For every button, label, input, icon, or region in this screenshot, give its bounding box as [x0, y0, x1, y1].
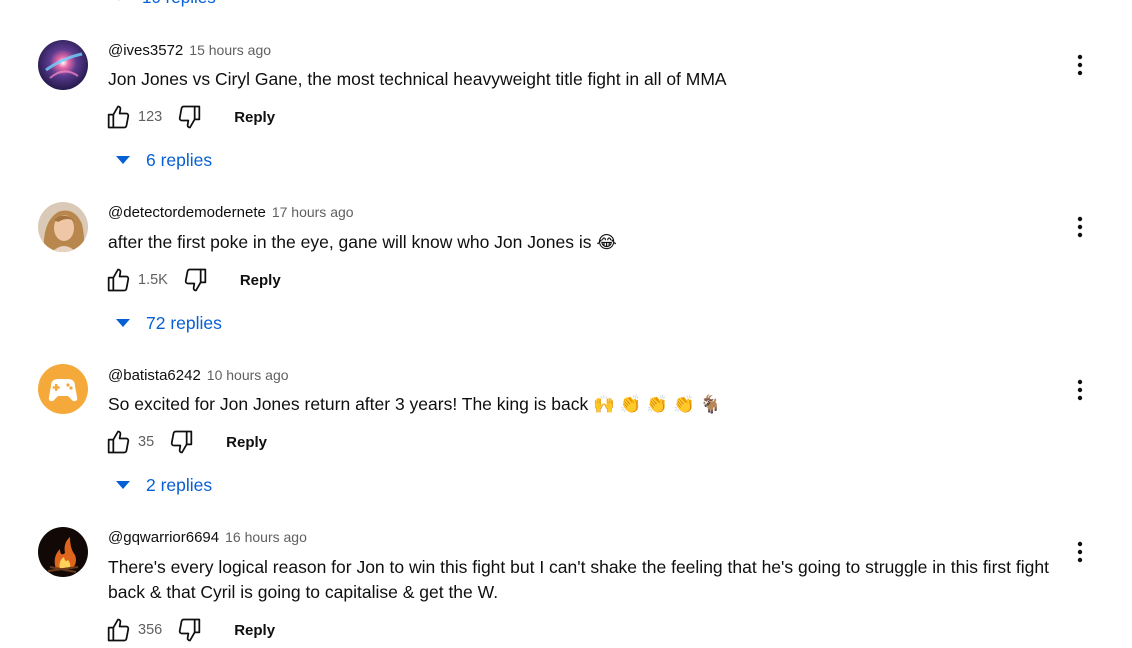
comment-header: @gqwarrior6694 16 hours ago — [108, 529, 307, 546]
comment-text: There's every logical reason for Jon to … — [108, 557, 1049, 602]
reply-button[interactable]: Reply — [234, 622, 275, 639]
dislike-icon[interactable] — [168, 428, 196, 456]
like-icon[interactable] — [104, 616, 132, 644]
more-vert-icon — [1077, 379, 1083, 401]
like-icon[interactable] — [104, 103, 132, 131]
prev-replies-toggle[interactable]: 10 replies — [112, 0, 216, 8]
more-actions-button[interactable] — [1066, 538, 1094, 566]
more-actions-button[interactable] — [1066, 51, 1094, 79]
dislike-icon[interactable] — [182, 266, 210, 294]
like-count: 356 — [138, 622, 163, 638]
comment-header: @ives3572 15 hours ago — [108, 42, 271, 59]
like-icon[interactable] — [104, 428, 132, 456]
comment-actions: 35 Reply — [104, 427, 267, 457]
author-name[interactable]: @gqwarrior6694 — [108, 529, 219, 546]
dislike-icon[interactable] — [176, 616, 204, 644]
replies-count: 72 replies — [146, 312, 222, 333]
comment-actions: 356 Reply — [104, 615, 275, 645]
like-count: 1.5K — [138, 272, 168, 288]
replies-toggle[interactable]: 6 replies — [112, 146, 212, 174]
dislike-icon[interactable] — [176, 103, 204, 131]
timestamp[interactable]: 10 hours ago — [207, 367, 289, 383]
avatar[interactable] — [38, 202, 88, 252]
like-icon[interactable] — [104, 266, 132, 294]
avatar[interactable] — [38, 40, 88, 90]
more-actions-button[interactable] — [1066, 213, 1094, 241]
more-vert-icon — [1077, 541, 1083, 563]
author-name[interactable]: @detectordemodernete — [108, 204, 266, 221]
chevron-down-icon — [112, 316, 134, 330]
author-name[interactable]: @ives3572 — [108, 42, 183, 59]
more-vert-icon — [1077, 54, 1083, 76]
replies-toggle[interactable]: 72 replies — [112, 309, 222, 337]
comment-actions: 1.5K Reply — [104, 265, 281, 295]
author-name[interactable]: @batista6242 — [108, 367, 201, 384]
comment-header: @detectordemodernete 17 hours ago — [108, 204, 354, 221]
more-actions-button[interactable] — [1066, 376, 1094, 404]
timestamp[interactable]: 17 hours ago — [272, 204, 354, 220]
reply-button[interactable]: Reply — [240, 272, 281, 289]
comment-text: Jon Jones vs Ciryl Gane, the most techni… — [108, 69, 727, 89]
replies-toggle[interactable]: 2 replies — [112, 471, 212, 499]
replies-count: 6 replies — [146, 149, 213, 170]
comment-header: @batista6242 10 hours ago — [108, 367, 289, 384]
timestamp[interactable]: 15 hours ago — [189, 42, 271, 58]
like-count: 123 — [138, 109, 163, 125]
chevron-down-icon — [112, 0, 126, 5]
like-count: 35 — [138, 434, 155, 450]
chevron-down-icon — [112, 478, 134, 492]
comment-text: So excited for Jon Jones return after 3 … — [108, 394, 722, 414]
chevron-down-icon — [112, 153, 134, 167]
avatar[interactable] — [38, 364, 88, 414]
replies-count: 10 replies — [142, 0, 216, 8]
replies-count: 2 replies — [146, 474, 213, 495]
timestamp[interactable]: 16 hours ago — [225, 529, 307, 545]
more-vert-icon — [1077, 216, 1083, 238]
comment-text: after the first poke in the eye, gane wi… — [108, 232, 617, 252]
reply-button[interactable]: Reply — [226, 434, 267, 451]
comment-actions: 123 Reply — [104, 102, 275, 132]
avatar[interactable] — [38, 527, 88, 577]
reply-button[interactable]: Reply — [234, 109, 275, 126]
